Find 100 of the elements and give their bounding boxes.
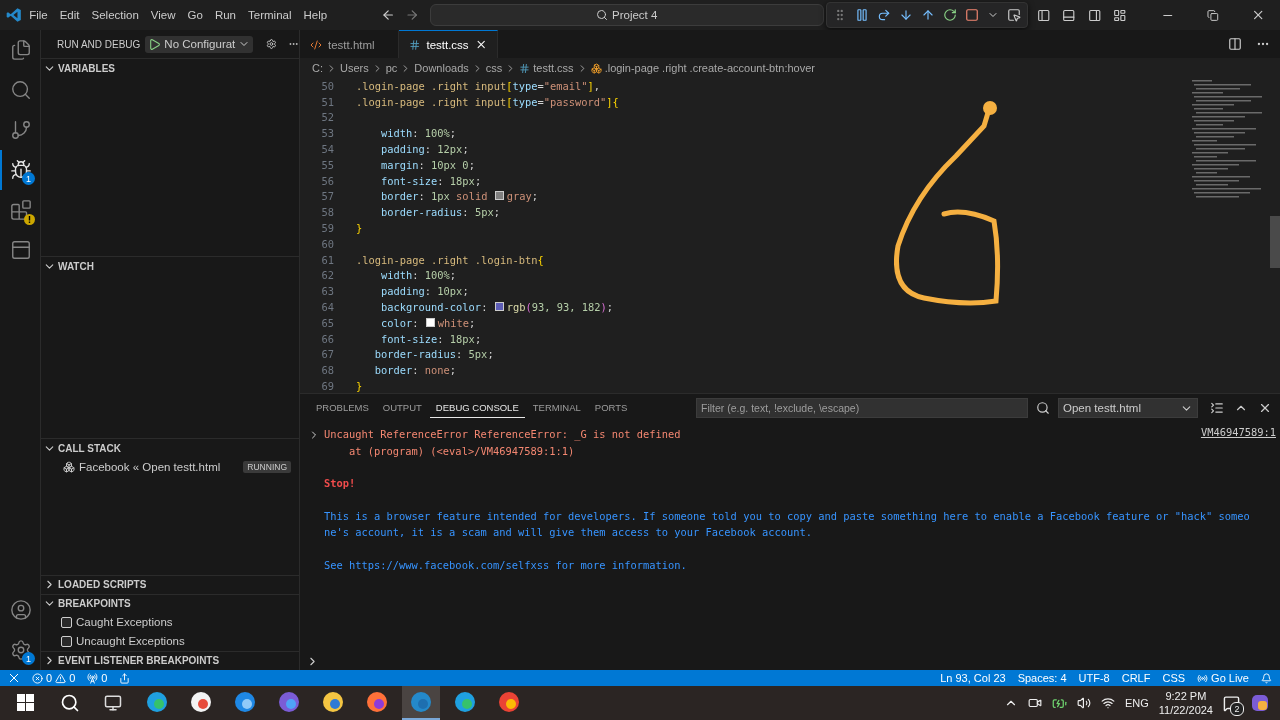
line-number: 52	[320, 111, 335, 124]
app-icon[interactable]	[190, 691, 212, 713]
share-icon[interactable]	[119, 672, 131, 684]
blocks-icon[interactable]	[10, 199, 32, 221]
filter-field[interactable]: Filter (e.g. text, !exclude, \escape)	[696, 398, 1028, 418]
toggle-panel-icon[interactable]	[1062, 7, 1076, 23]
editor-tab[interactable]: testt.css	[399, 30, 498, 58]
back-icon[interactable]	[381, 7, 396, 23]
restore-icon[interactable]	[1206, 8, 1219, 22]
app-icon[interactable]	[454, 691, 476, 713]
settings-icon[interactable]	[266, 37, 278, 51]
status-item[interactable]: Go Live	[1197, 672, 1249, 684]
forward-icon[interactable]	[405, 7, 420, 23]
menu-item[interactable]: File	[24, 6, 53, 24]
scrollbar	[1270, 216, 1280, 268]
panel-tab[interactable]: TERMINAL	[526, 398, 587, 418]
code-line: padding: 10px;	[380, 285, 469, 298]
code-line: margin: 10px 0;	[380, 158, 475, 171]
source-link[interactable]: VM46947589:1	[1200, 426, 1276, 438]
notifications-icon[interactable]	[1261, 672, 1272, 684]
console-message: Uncaught ReferenceError ReferenceError: _G is not defined at (program) (<eval>/VM46947589:1:1)	[323, 427, 681, 459]
clock[interactable]: 9:22 PM 11/22/2024	[1158, 689, 1213, 717]
bug-icon[interactable]	[10, 159, 32, 181]
section-header[interactable]: BREAKPOINTS	[41, 594, 299, 613]
customize-layout-icon[interactable]	[1113, 7, 1127, 23]
problems-indicator[interactable]: 0 0	[32, 672, 76, 684]
breadcrumb[interactable]: C:	[312, 62, 323, 74]
app-icon[interactable]	[366, 691, 388, 713]
breadcrumb[interactable]: .login-page .right .create-account-btn:hover	[604, 62, 815, 74]
menu-item[interactable]: Selection	[86, 6, 144, 24]
stop-icon[interactable]	[964, 8, 979, 22]
inspect-icon[interactable]	[1006, 8, 1021, 22]
configuration-dropdown[interactable]: No Configurat	[145, 35, 254, 53]
windows-start-icon[interactable]	[17, 694, 35, 712]
window-icon[interactable]	[10, 239, 32, 261]
pause-icon[interactable]	[854, 8, 869, 22]
activity-button[interactable]: 1	[0, 630, 40, 670]
branch-icon[interactable]	[10, 119, 32, 141]
restart-icon[interactable]	[942, 8, 957, 22]
breadcrumb[interactable]: css	[485, 62, 503, 74]
section-header[interactable]: WATCH	[41, 256, 299, 276]
copilot-icon[interactable]	[1250, 693, 1270, 713]
files-icon[interactable]	[10, 39, 32, 61]
search-icon[interactable]	[1036, 401, 1050, 415]
menu-item[interactable]: View	[145, 6, 181, 24]
step-over-icon[interactable]	[876, 8, 891, 22]
task-view-icon[interactable]	[104, 694, 122, 712]
checkbox[interactable]	[61, 636, 72, 647]
status-item[interactable]: Ln 93, Col 23	[940, 672, 1006, 684]
toggle-secondary-sidebar-icon[interactable]	[1087, 7, 1101, 23]
app-icon[interactable]	[146, 691, 168, 713]
breadcrumb[interactable]: testt.css	[533, 62, 574, 74]
account-icon[interactable]	[10, 599, 32, 621]
breadcrumb[interactable]: Users	[340, 62, 369, 74]
app-icon[interactable]	[234, 691, 256, 713]
app-icon[interactable]	[278, 691, 300, 713]
status-item[interactable]: UTF-8	[1078, 672, 1110, 684]
search-icon[interactable]	[60, 693, 80, 713]
call-stack-item[interactable]: Facebook « Open testt.html RUNNING	[41, 457, 299, 478]
menu-item[interactable]: Go	[182, 6, 208, 24]
close-icon[interactable]	[1258, 401, 1272, 415]
toggle-sidebar-icon[interactable]	[1036, 7, 1051, 23]
line-number: 56	[320, 174, 335, 187]
app-icon[interactable]	[498, 691, 520, 713]
menu-item[interactable]: Edit	[54, 6, 85, 24]
panel-tab[interactable]: PORTS	[588, 398, 634, 418]
language-indicator[interactable]: ENG	[1124, 697, 1149, 709]
code-line: border-radius: 5px;	[380, 206, 500, 219]
menu-item[interactable]: Help	[298, 6, 333, 24]
volume-icon[interactable]	[1076, 696, 1091, 710]
breadcrumb[interactable]: Downloads	[414, 62, 469, 74]
sidebar-title: RUN AND DEBUG	[57, 38, 141, 50]
app-icon[interactable]	[322, 691, 344, 713]
session-dropdown[interactable]: Open testt.html	[1058, 398, 1198, 418]
section-header[interactable]: EVENT LISTENER BREAKPOINTS	[41, 651, 299, 670]
menu-item[interactable]: Terminal	[243, 6, 297, 24]
ports-indicator[interactable]: 0	[87, 672, 108, 684]
step-out-icon[interactable]	[920, 8, 935, 22]
clear-console-icon[interactable]	[1210, 401, 1224, 415]
status-item[interactable]: Spaces: 4	[1017, 672, 1067, 684]
checkbox[interactable]	[61, 617, 72, 628]
app-logo	[6, 6, 23, 24]
status-item[interactable]: CSS	[1162, 672, 1186, 684]
menu-item[interactable]: Run	[209, 6, 241, 24]
close-icon[interactable]	[474, 38, 487, 51]
command-center[interactable]: Project 4	[429, 4, 824, 26]
camera-icon[interactable]	[1027, 696, 1042, 710]
section-header[interactable]: VARIABLES	[41, 58, 299, 77]
settings-icon[interactable]	[10, 639, 32, 661]
section-header[interactable]: CALL STACK	[41, 438, 299, 458]
wifi-icon[interactable]	[1100, 696, 1115, 710]
panel-tab[interactable]: DEBUG CONSOLE	[429, 398, 525, 418]
panel-tab[interactable]: PROBLEMS	[310, 398, 375, 418]
status-item[interactable]: CRLF	[1121, 672, 1151, 684]
panel-tab[interactable]: OUTPUT	[376, 398, 428, 418]
line-number: 51	[320, 95, 335, 108]
section-header[interactable]: LOADED SCRIPTS	[41, 575, 299, 594]
split-editor-icon[interactable]	[1228, 37, 1242, 51]
step-into-icon[interactable]	[898, 8, 913, 22]
breadcrumb[interactable]: pc	[385, 62, 398, 74]
